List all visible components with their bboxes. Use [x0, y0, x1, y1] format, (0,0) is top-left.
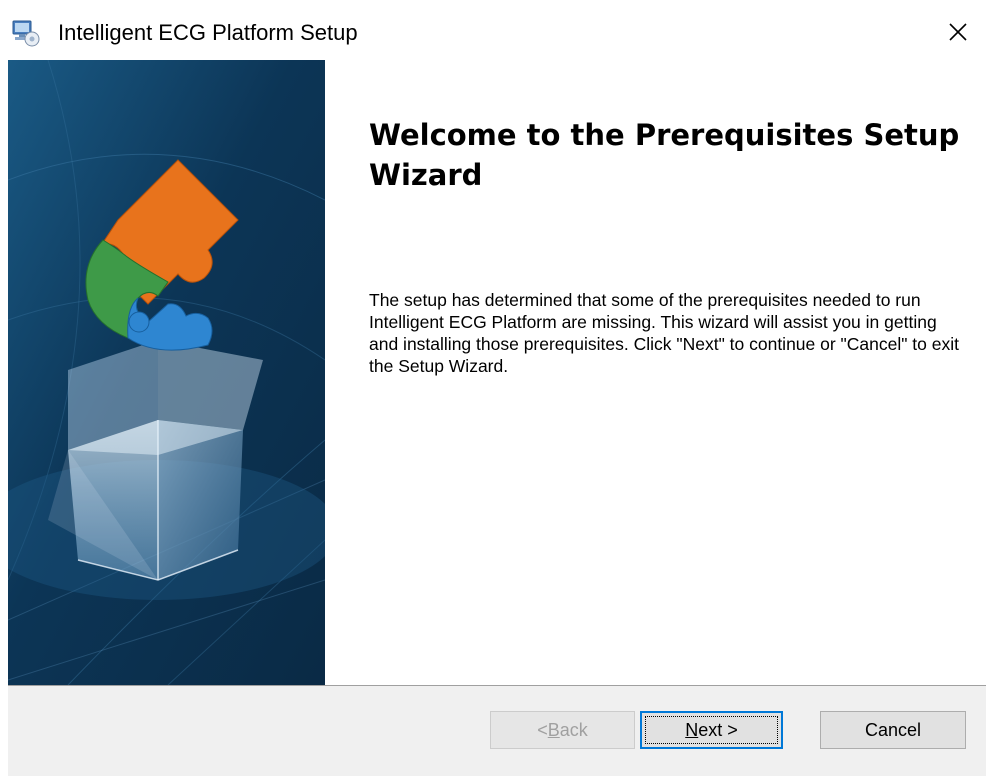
next-button[interactable]: Next > — [640, 711, 783, 749]
cancel-button[interactable]: Cancel — [820, 711, 966, 749]
setup-window: Intelligent ECG Platform Setup Welcome t… — [0, 0, 986, 776]
welcome-description: The setup has determined that some of th… — [369, 290, 960, 376]
close-button[interactable] — [930, 8, 986, 56]
cancel-button-label: Cancel — [864, 719, 922, 740]
title-bar: Intelligent ECG Platform Setup — [0, 0, 986, 60]
back-button-mnemonic: B — [547, 719, 560, 740]
back-button[interactable]: < Back — [490, 711, 635, 749]
window-title: Intelligent ECG Platform Setup — [58, 20, 358, 45]
welcome-heading: Welcome to the Prerequisites Setup Wizar… — [369, 118, 960, 192]
close-icon — [949, 23, 967, 41]
focus-ring — [645, 716, 778, 744]
puzzle-box-graphic — [8, 60, 325, 685]
back-button-prefix: < — [537, 719, 548, 740]
back-button-label-rest: ack — [559, 719, 588, 740]
wizard-banner-image — [8, 60, 325, 685]
setup-computer-icon — [12, 20, 42, 48]
welcome-panel: Welcome to the Prerequisites Setup Wizar… — [325, 60, 986, 685]
button-bar: < Back Next > Cancel — [8, 686, 986, 776]
